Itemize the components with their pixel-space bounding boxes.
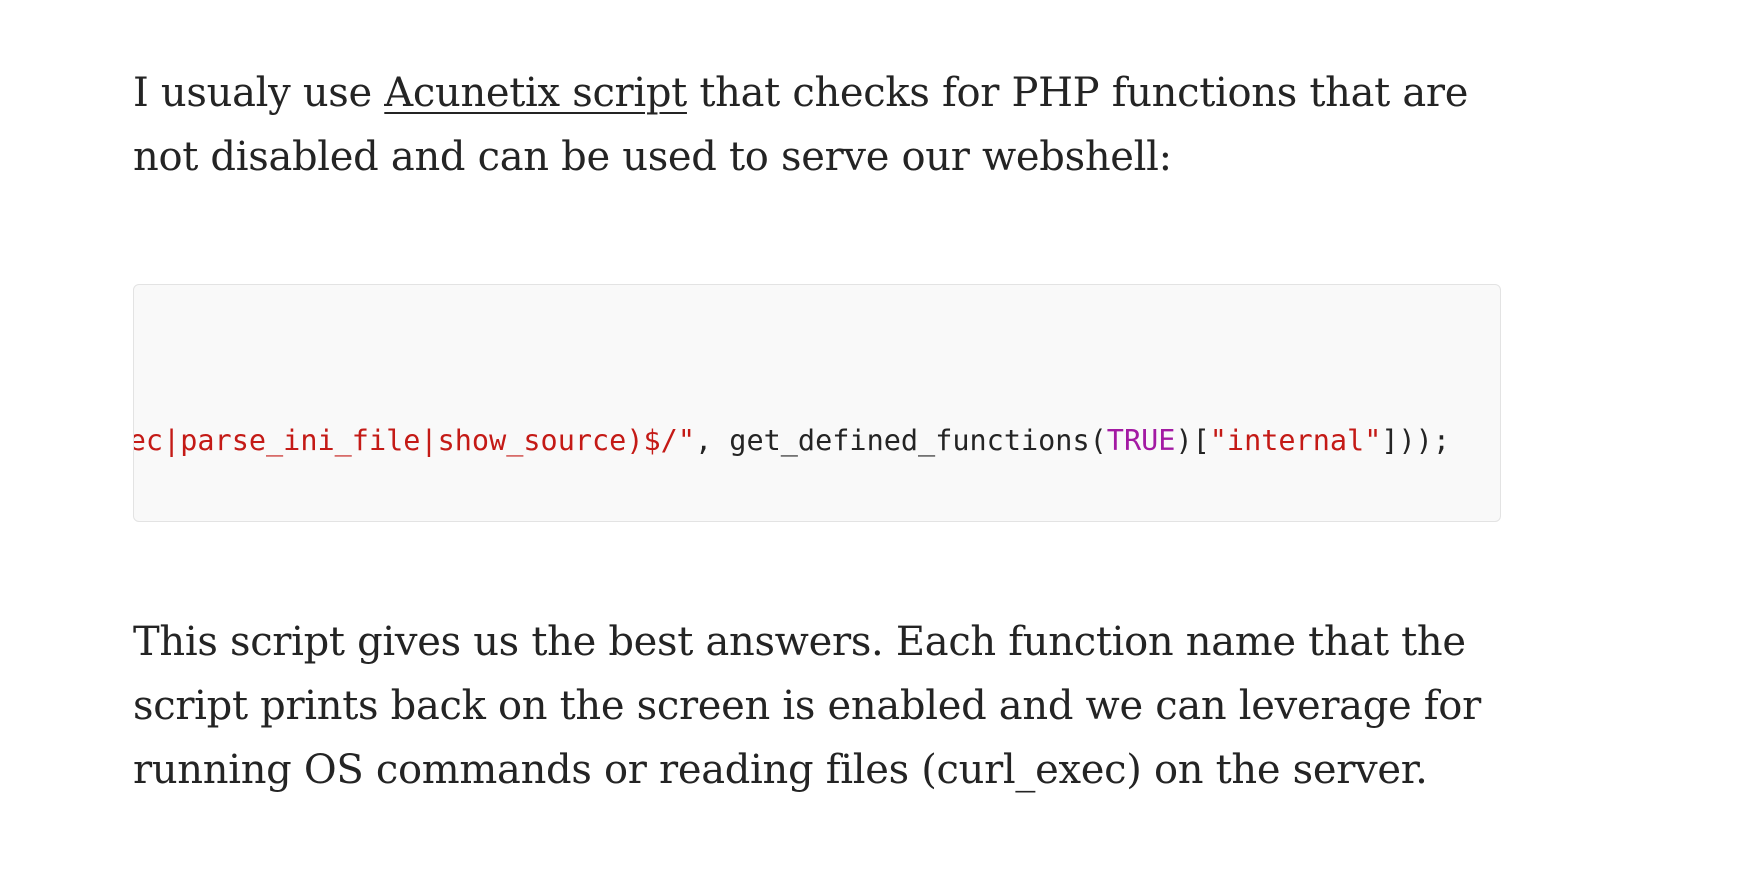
intro-paragraph: I usualy use Acunetix script that checks… xyxy=(133,61,1503,189)
code-token-plain: ])); xyxy=(1381,424,1450,457)
code-token-plain: )[ xyxy=(1175,424,1210,457)
outro-paragraph: This script gives us the best answers. E… xyxy=(133,619,1481,793)
code-token-string: "internal" xyxy=(1209,424,1382,457)
code-token-plain: , get_defined_functions( xyxy=(694,424,1107,457)
code-line: i_exec|parse_ini_file|show_source)$/", g… xyxy=(133,387,1450,495)
intro-text-before-link: I usualy use xyxy=(133,70,385,116)
code-token-keyword: TRUE xyxy=(1106,424,1176,457)
code-block[interactable]: i_exec|parse_ini_file|show_source)$/", g… xyxy=(133,284,1501,522)
acunetix-script-link[interactable]: Acunetix script xyxy=(384,70,687,116)
code-token-string: i_exec|parse_ini_file|show_source)$/" xyxy=(133,424,695,457)
